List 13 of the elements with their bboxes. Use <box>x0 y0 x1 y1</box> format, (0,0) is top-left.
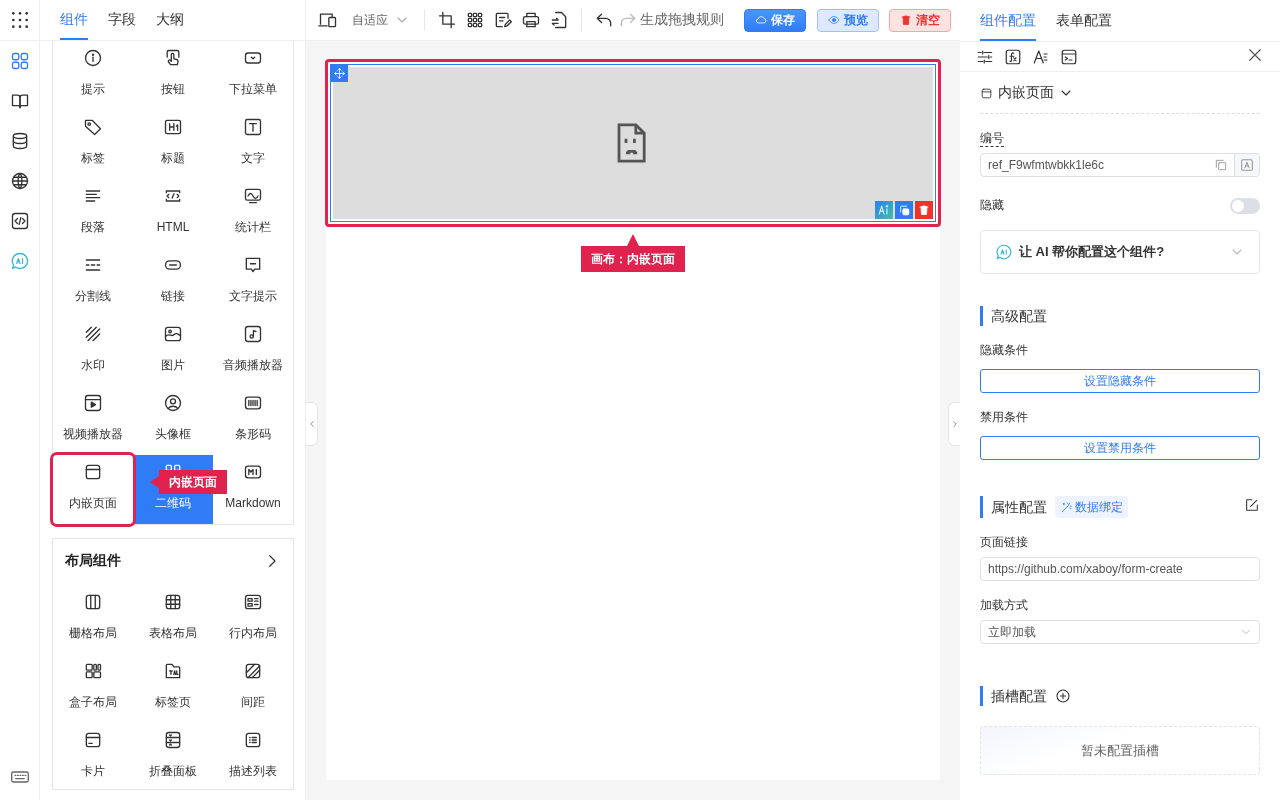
group-title: 布局组件 <box>65 552 121 570</box>
field-label: 加载方式 <box>980 597 1029 614</box>
field-label: 隐藏 <box>980 197 1004 214</box>
component-name-tooltip: 内嵌页面 <box>150 470 227 494</box>
section-title: 高级配置 <box>991 307 1047 326</box>
field-label: 禁用条件 <box>980 409 1029 426</box>
section-title: 属性配置 <box>991 498 1047 517</box>
field-label: 编号 <box>980 131 1004 147</box>
ai-prompt-text: 让 AI 帮你配置这个组件? <box>1019 243 1165 261</box>
field-label: 隐藏条件 <box>980 342 1029 359</box>
field-label: 页面链接 <box>980 534 1029 551</box>
canvas-component-tooltip: 画布：内嵌页面 <box>581 234 685 272</box>
section-title: 插槽配置 <box>991 687 1047 706</box>
